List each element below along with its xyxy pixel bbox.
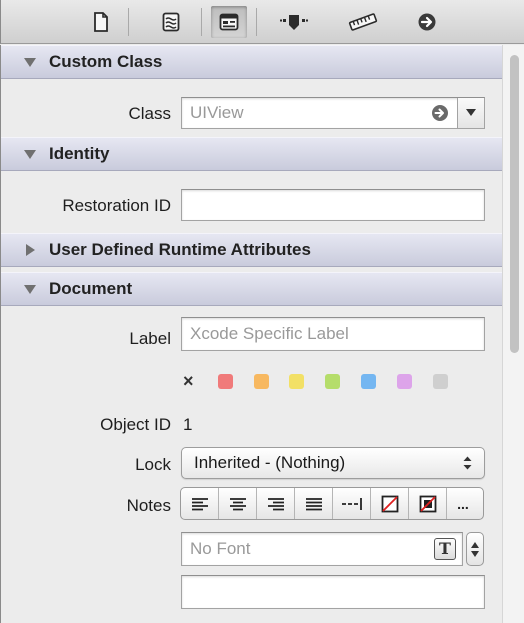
identity-inspector-tab[interactable] bbox=[211, 6, 247, 38]
label-color-swatch-red[interactable] bbox=[218, 374, 233, 389]
lock-label: Lock bbox=[135, 455, 171, 474]
size-ruler-icon bbox=[348, 13, 378, 31]
class-label: Class bbox=[128, 104, 171, 123]
object-id-value: 1 bbox=[183, 415, 193, 434]
align-right-icon bbox=[267, 497, 284, 510]
scrollbar-thumb[interactable] bbox=[510, 55, 519, 353]
stepper-up-icon[interactable] bbox=[471, 541, 479, 548]
dashed-line-icon bbox=[341, 497, 362, 510]
more-options-button[interactable]: ... bbox=[447, 488, 479, 519]
go-to-class-arrow-icon[interactable] bbox=[431, 104, 449, 122]
no-text-color-icon bbox=[419, 495, 436, 512]
notes-text-field[interactable] bbox=[181, 575, 485, 609]
section-header-custom-class[interactable]: Custom Class bbox=[1, 45, 502, 79]
toolbar-separator bbox=[128, 8, 129, 36]
size-inspector-tab[interactable] bbox=[345, 6, 381, 38]
notes-label: Notes bbox=[126, 496, 171, 515]
align-justify-button[interactable] bbox=[295, 488, 333, 519]
file-inspector-tab[interactable] bbox=[83, 6, 119, 38]
label-color-swatch-green[interactable] bbox=[325, 374, 340, 389]
object-id-label: Object ID bbox=[100, 415, 171, 434]
section-header-identity[interactable]: Identity bbox=[1, 137, 502, 171]
align-left-icon bbox=[191, 497, 208, 510]
section-header-document[interactable]: Document bbox=[1, 272, 502, 306]
updown-arrows-icon bbox=[463, 456, 472, 470]
restoration-id-field[interactable] bbox=[181, 189, 485, 221]
label-color-swatch-blue[interactable] bbox=[361, 374, 376, 389]
font-field[interactable]: No Font T bbox=[181, 532, 463, 566]
no-text-color-button[interactable] bbox=[409, 488, 447, 519]
connections-inspector-tab[interactable] bbox=[409, 6, 445, 38]
identity-icon bbox=[219, 13, 239, 31]
disclosure-triangle-open-icon[interactable] bbox=[24, 57, 36, 67]
align-center-icon bbox=[229, 497, 246, 510]
font-placeholder: No Font bbox=[190, 539, 251, 558]
label-color-swatch-gray[interactable] bbox=[433, 374, 448, 389]
section-title: Identity bbox=[49, 144, 110, 163]
font-size-stepper[interactable] bbox=[466, 532, 484, 566]
connections-arrow-icon bbox=[418, 13, 436, 31]
inspector-scrollbar[interactable] bbox=[502, 45, 524, 623]
file-icon bbox=[94, 12, 108, 32]
no-color-icon bbox=[381, 495, 398, 512]
chevron-down-icon bbox=[466, 109, 476, 116]
section-header-user-defined-runtime-attributes[interactable]: User Defined Runtime Attributes bbox=[1, 233, 502, 267]
section-title: Custom Class bbox=[49, 52, 163, 71]
label-color-swatch-yellow[interactable] bbox=[289, 374, 304, 389]
quick-help-tab[interactable] bbox=[153, 6, 189, 38]
disclosure-triangle-closed-icon[interactable] bbox=[26, 244, 35, 256]
align-right-button[interactable] bbox=[257, 488, 295, 519]
disclosure-triangle-open-icon[interactable] bbox=[24, 284, 36, 294]
clear-label-color-button[interactable]: × bbox=[183, 371, 194, 392]
identity-inspector-panel: Custom Class Class UIView Identity Resto… bbox=[0, 45, 502, 623]
more-options-label: ... bbox=[457, 495, 469, 512]
document-label-field[interactable]: Xcode Specific Label bbox=[181, 317, 485, 351]
section-title: User Defined Runtime Attributes bbox=[49, 240, 311, 259]
align-center-button[interactable] bbox=[219, 488, 257, 519]
stepper-down-icon[interactable] bbox=[471, 550, 479, 557]
no-background-button[interactable] bbox=[371, 488, 409, 519]
font-picker-icon[interactable]: T bbox=[434, 538, 456, 560]
toolbar-separator bbox=[256, 8, 257, 36]
lock-value: Inherited - (Nothing) bbox=[194, 453, 346, 472]
lock-popup-button[interactable]: Inherited - (Nothing) bbox=[181, 447, 485, 479]
label-color-swatch-purple[interactable] bbox=[397, 374, 412, 389]
inspector-toolbar bbox=[0, 0, 524, 44]
quick-help-icon bbox=[162, 12, 180, 32]
line-break-button[interactable] bbox=[333, 488, 371, 519]
restoration-id-label: Restoration ID bbox=[62, 196, 171, 215]
align-left-button[interactable] bbox=[181, 488, 219, 519]
section-title: Document bbox=[49, 279, 133, 298]
attributes-inspector-tab[interactable] bbox=[276, 6, 312, 38]
label-color-swatch-orange[interactable] bbox=[254, 374, 269, 389]
notes-format-segmented-control: ... bbox=[180, 487, 484, 520]
class-input[interactable]: UIView bbox=[190, 103, 244, 122]
class-combo-box[interactable]: UIView bbox=[181, 97, 485, 129]
class-combo-controls bbox=[431, 98, 484, 128]
attributes-icon bbox=[280, 15, 308, 30]
align-justify-icon bbox=[305, 497, 322, 510]
class-dropdown-button[interactable] bbox=[457, 98, 484, 128]
disclosure-triangle-open-icon[interactable] bbox=[24, 149, 36, 159]
document-label-label: Label bbox=[129, 329, 171, 348]
toolbar-separator bbox=[201, 8, 202, 36]
